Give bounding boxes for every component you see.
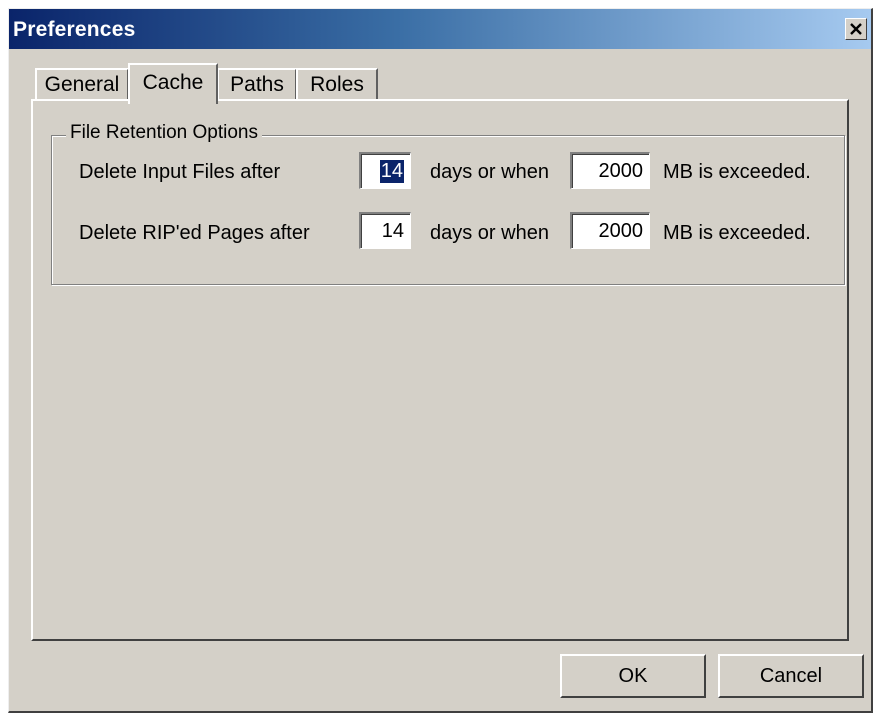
riped-pages-days-value: 14 [381, 219, 404, 242]
title-bar[interactable]: Preferences [9, 9, 871, 49]
cache-tab-panel: File Retention Options Delete Input File… [31, 99, 849, 641]
input-files-days-value: 14 [379, 159, 404, 183]
input-files-days-field[interactable]: 14 [359, 152, 411, 189]
delete-input-files-label: Delete Input Files after [79, 161, 281, 183]
input-files-mb-field[interactable]: 2000 [570, 152, 650, 189]
riped-pages-days-field[interactable]: 14 [359, 212, 411, 249]
riped-pages-days-suffix: days or when [430, 222, 549, 244]
input-files-days-suffix: days or when [430, 161, 549, 183]
tab-paths[interactable]: Paths [217, 68, 297, 100]
riped-pages-mb-value: 2000 [598, 219, 644, 242]
file-retention-group-title: File Retention Options [66, 122, 262, 144]
cancel-button-label: Cancel [759, 664, 823, 687]
tab-roles[interactable]: Roles [296, 68, 378, 100]
tab-cache[interactable]: Cache [128, 63, 218, 104]
close-icon [850, 23, 862, 35]
file-retention-group: File Retention Options Delete Input File… [51, 122, 845, 285]
tab-cache-label: Cache [142, 70, 204, 94]
window-title: Preferences [13, 18, 136, 41]
ok-button[interactable]: OK [560, 654, 706, 698]
tab-general-label: General [44, 73, 120, 96]
riped-pages-mb-field[interactable]: 2000 [570, 212, 650, 249]
close-button[interactable] [845, 18, 867, 40]
input-files-mb-suffix: MB is exceeded. [663, 161, 811, 183]
tab-roles-label: Roles [310, 73, 364, 96]
input-files-mb-value: 2000 [598, 159, 644, 182]
tab-general[interactable]: General [35, 68, 129, 100]
preferences-dialog: Preferences General Cache Paths Roles Fi… [8, 8, 873, 713]
riped-pages-mb-suffix: MB is exceeded. [663, 222, 811, 244]
tab-paths-label: Paths [230, 73, 284, 96]
ok-button-label: OK [618, 664, 648, 687]
cancel-button[interactable]: Cancel [718, 654, 864, 698]
delete-riped-pages-label: Delete RIP'ed Pages after [79, 222, 310, 244]
